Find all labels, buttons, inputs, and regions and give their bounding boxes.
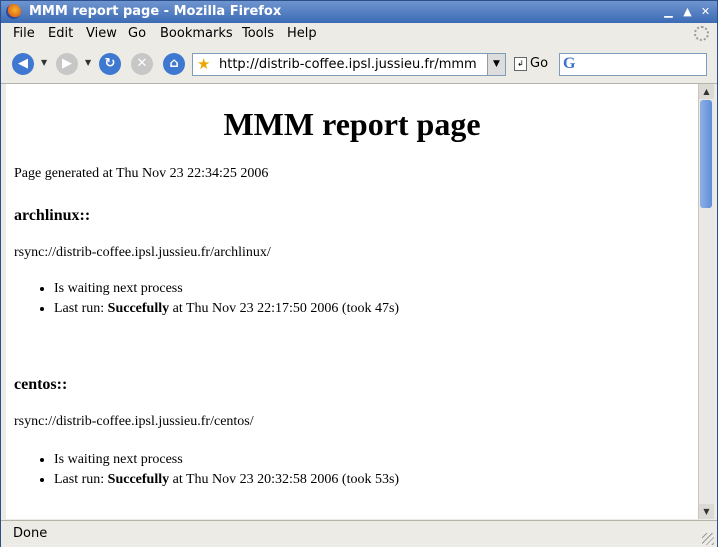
google-icon[interactable]: G xyxy=(563,55,575,73)
menu-file[interactable]: File xyxy=(13,26,35,41)
status-item: Is waiting next process xyxy=(54,450,399,470)
menu-bar: File Edit View Go Bookmarks Tools Help xyxy=(1,23,717,45)
go-label: Go xyxy=(530,56,549,71)
reload-icon[interactable]: ↻ xyxy=(99,53,121,75)
vertical-scrollbar[interactable]: ▲ ▼ xyxy=(698,84,714,519)
maximize-icon[interactable]: ▲ xyxy=(680,5,695,19)
scroll-thumb[interactable] xyxy=(700,100,712,208)
menu-view[interactable]: View xyxy=(86,26,117,41)
last-run-details: at Thu Nov 23 22:17:50 2006 (took 47s) xyxy=(169,301,400,316)
resize-grip-icon[interactable] xyxy=(702,533,714,545)
title-bar: MMM report page - Mozilla Firefox ▁ ▲ ✕ xyxy=(1,1,717,23)
last-run-prefix: Last run: xyxy=(54,301,108,316)
menu-go[interactable]: Go xyxy=(128,26,146,41)
throbber-icon xyxy=(694,26,709,41)
url-bar[interactable]: ★ http://distrib-coffee.ipsl.jussieu.fr/… xyxy=(192,53,506,76)
last-run-details: at Thu Nov 23 20:32:58 2006 (took 53s) xyxy=(169,472,400,487)
url-history-dropdown-icon[interactable]: ▼ xyxy=(487,54,505,75)
forward-history-icon[interactable]: ▼ xyxy=(85,58,91,67)
section-url: rsync://distrib-coffee.ipsl.jussieu.fr/c… xyxy=(14,414,254,429)
section-title: centos:: xyxy=(14,376,68,393)
stop-icon[interactable]: ✕ xyxy=(131,53,153,75)
go-icon: ↲ xyxy=(514,56,527,71)
page-content: MMM report page Page generated at Thu No… xyxy=(6,84,698,519)
generated-text: Page generated at Thu Nov 23 22:34:25 20… xyxy=(14,166,269,181)
last-run-item: Last run: Succefully at Thu Nov 23 20:32… xyxy=(54,470,399,490)
scroll-down-icon[interactable]: ▼ xyxy=(699,504,714,519)
browser-window: MMM report page - Mozilla Firefox ▁ ▲ ✕ … xyxy=(0,0,718,547)
back-history-icon[interactable]: ▼ xyxy=(41,58,47,67)
scroll-up-icon[interactable]: ▲ xyxy=(699,84,714,99)
last-run-item: Last run: Succefully at Thu Nov 23 22:17… xyxy=(54,299,399,319)
back-icon[interactable]: ◀ xyxy=(12,53,34,75)
last-run-prefix: Last run: xyxy=(54,472,108,487)
menu-help[interactable]: Help xyxy=(287,26,317,41)
last-run-result: Succefully xyxy=(107,472,170,487)
firefox-icon xyxy=(6,4,21,19)
minimize-icon[interactable]: ▁ xyxy=(661,5,676,19)
go-button[interactable]: ↲ Go xyxy=(514,56,548,71)
section-url: rsync://distrib-coffee.ipsl.jussieu.fr/a… xyxy=(14,245,271,260)
last-run-result: Succefully xyxy=(107,301,170,316)
section-status-list: Is waiting next process Last run: Succef… xyxy=(14,450,399,490)
close-icon[interactable]: ✕ xyxy=(698,5,713,19)
status-item: Is waiting next process xyxy=(54,279,399,299)
page-heading: MMM report page xyxy=(223,106,481,142)
status-bar: Done xyxy=(1,520,717,547)
window-title: MMM report page - Mozilla Firefox xyxy=(29,4,282,19)
search-box[interactable]: G xyxy=(559,53,707,76)
site-icon: ★ xyxy=(197,55,211,73)
menu-tools[interactable]: Tools xyxy=(242,26,274,41)
home-icon[interactable]: ⌂ xyxy=(163,53,185,75)
forward-icon[interactable]: ▶ xyxy=(56,53,78,75)
url-text[interactable]: http://distrib-coffee.ipsl.jussieu.fr/mm… xyxy=(219,57,477,72)
menu-edit[interactable]: Edit xyxy=(48,26,73,41)
section-title: archlinux:: xyxy=(14,207,91,224)
status-text: Done xyxy=(13,526,48,541)
menu-bookmarks[interactable]: Bookmarks xyxy=(160,26,233,41)
section-status-list: Is waiting next process Last run: Succef… xyxy=(14,279,399,319)
